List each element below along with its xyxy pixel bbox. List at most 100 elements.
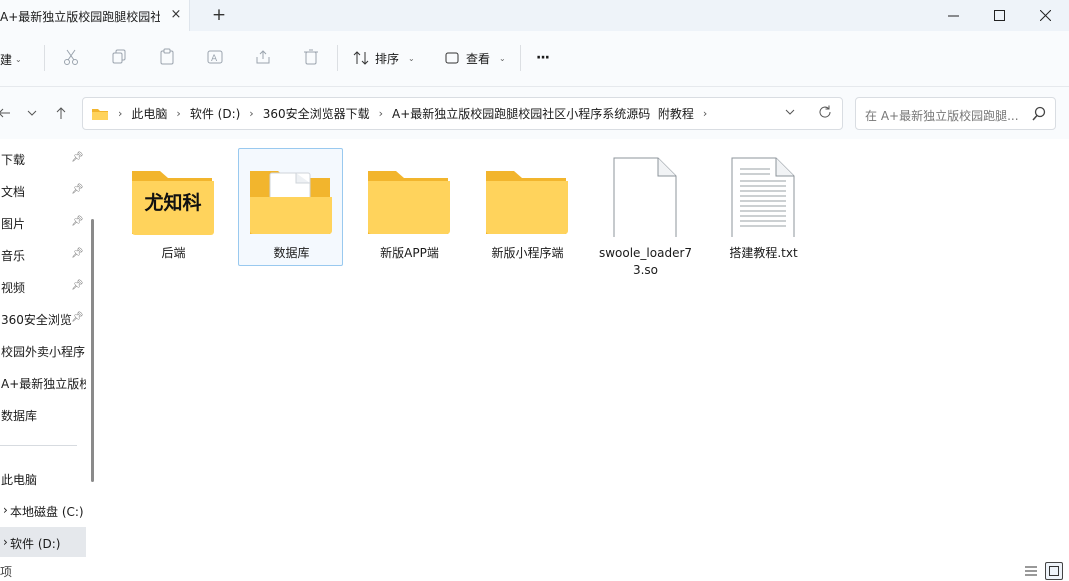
sidebar-item-label: 音乐 bbox=[1, 249, 26, 263]
file-item[interactable]: swoole_loader73.so bbox=[592, 148, 697, 277]
tab-current[interactable]: A+最新独立版校园跑腿校园社 × bbox=[0, 0, 190, 31]
breadcrumb-item[interactable]: 此电脑 bbox=[131, 105, 167, 122]
sidebar-scrollbar[interactable] bbox=[91, 219, 94, 482]
arrow-left-icon bbox=[0, 108, 10, 118]
file-name: 新版小程序端 bbox=[491, 246, 564, 260]
refresh-button[interactable] bbox=[817, 104, 835, 122]
breadcrumb-item[interactable]: 软件 (D:) bbox=[190, 105, 240, 122]
sidebar-item-label: 数据库 bbox=[1, 409, 38, 423]
breadcrumb-item[interactable]: 360安全浏览器下载 bbox=[263, 105, 370, 122]
navigation-bar: › 此电脑 › 软件 (D:) › 360安全浏览器下载 › A+最新独立版校园… bbox=[0, 87, 1069, 139]
minimize-button[interactable] bbox=[930, 0, 976, 31]
up-button[interactable] bbox=[51, 103, 71, 123]
chevron-down-icon bbox=[27, 110, 37, 116]
sidebar-item-360-downloads[interactable]: 360安全浏览 📌︎ bbox=[0, 303, 86, 333]
details-view-button[interactable] bbox=[1022, 562, 1040, 580]
paste-button[interactable] bbox=[156, 46, 178, 68]
refresh-icon bbox=[819, 105, 831, 118]
file-item[interactable]: 搭建教程.txt bbox=[710, 148, 815, 266]
toolbar-divider bbox=[520, 45, 521, 71]
breadcrumb: › 此电脑 › 软件 (D:) › 360安全浏览器下载 › A+最新独立版校园… bbox=[91, 105, 716, 122]
address-bar[interactable]: › 此电脑 › 软件 (D:) › 360安全浏览器下载 › A+最新独立版校园… bbox=[82, 97, 843, 130]
pin-icon: 📌︎ bbox=[71, 152, 84, 163]
tab-close-button[interactable]: × bbox=[168, 7, 184, 23]
arrow-up-icon bbox=[56, 107, 66, 119]
sidebar-item-this-pc[interactable]: 此电脑 bbox=[0, 463, 86, 493]
file-name: 搭建教程.txt bbox=[729, 246, 798, 260]
rename-button[interactable]: A bbox=[204, 46, 226, 68]
search-icon[interactable] bbox=[1031, 106, 1047, 122]
folder-thumbnail-text: 尤知科 bbox=[144, 191, 201, 214]
search-box[interactable]: 在 A+最新独立版校园跑腿... bbox=[855, 97, 1056, 130]
sidebar-item-label: 校园外卖小程序 bbox=[1, 345, 86, 359]
new-tab-button[interactable]: + bbox=[210, 6, 228, 24]
pin-icon: 📌︎ bbox=[71, 312, 84, 323]
sidebar-item-music[interactable]: 音乐 📌︎ bbox=[0, 239, 86, 269]
sidebar-item-drive-d[interactable]: › 软件 (D:) bbox=[0, 527, 86, 557]
more-options-button[interactable]: ··· bbox=[536, 47, 550, 69]
item-count-text: 项 bbox=[0, 565, 13, 579]
sidebar-item-downloads[interactable]: 下载 📌︎ bbox=[0, 143, 86, 173]
recent-locations-button[interactable] bbox=[22, 103, 42, 123]
sidebar-item-campus-takeout[interactable]: 校园外卖小程序 bbox=[0, 335, 86, 365]
expand-icon[interactable]: › bbox=[3, 503, 8, 517]
chevron-right-icon: › bbox=[702, 107, 708, 120]
sidebar-item-pictures[interactable]: 图片 📌︎ bbox=[0, 207, 86, 237]
cut-button[interactable] bbox=[60, 46, 82, 68]
folder-icon: 尤知科 bbox=[132, 171, 214, 235]
command-bar: 新建⌄ A 排序 ⌄ 查看⌄ ··· bbox=[0, 31, 1069, 87]
folder-icon bbox=[92, 108, 108, 120]
folder-icon bbox=[486, 171, 568, 234]
maximize-button[interactable] bbox=[976, 0, 1022, 31]
back-button[interactable] bbox=[0, 103, 14, 123]
sidebar-item-label: 360安全浏览 bbox=[1, 313, 72, 327]
address-history-button[interactable] bbox=[784, 106, 796, 121]
sidebar-divider bbox=[0, 445, 77, 446]
view-button[interactable]: 查看 ⌄ bbox=[444, 47, 506, 69]
copy-icon bbox=[112, 49, 126, 64]
file-item[interactable]: 新版小程序端 bbox=[474, 148, 579, 266]
chevron-right-icon: › bbox=[378, 107, 384, 120]
toolbar-divider bbox=[337, 45, 338, 71]
file-item[interactable]: 数据库 bbox=[238, 148, 343, 266]
sidebar-item-a-plus[interactable]: A+最新独立版校 bbox=[0, 367, 86, 397]
sidebar-item-label: 下载 bbox=[1, 153, 26, 167]
chevron-right-icon: › bbox=[118, 107, 123, 120]
expand-icon[interactable]: › bbox=[3, 535, 8, 549]
sidebar-item-label: A+最新独立版校 bbox=[1, 377, 86, 391]
sidebar-item-database[interactable]: 数据库 bbox=[0, 399, 86, 429]
file-name: 后端 bbox=[161, 246, 186, 260]
chevron-down-icon bbox=[785, 109, 795, 115]
title-bar: A+最新独立版校园跑腿校园社 × + bbox=[0, 0, 1069, 31]
share-button[interactable] bbox=[252, 46, 274, 68]
delete-button[interactable] bbox=[300, 46, 322, 68]
sort-label: 排序 bbox=[375, 51, 400, 66]
file-item[interactable]: 尤知科 后端 bbox=[120, 148, 225, 266]
sidebar-item-label: 本地磁盘 (C:) bbox=[10, 505, 84, 519]
sort-button[interactable]: 排序 ⌄ bbox=[353, 47, 415, 69]
file-name: 新版APP端 bbox=[380, 246, 439, 260]
sidebar-item-label: 文档 bbox=[1, 185, 26, 199]
pin-icon: 📌︎ bbox=[71, 184, 84, 195]
chevron-down-icon: ⌄ bbox=[408, 53, 415, 63]
close-window-button[interactable] bbox=[1022, 0, 1068, 31]
toolbar-divider bbox=[44, 45, 45, 71]
search-input[interactable]: 在 A+最新独立版校园跑腿... bbox=[865, 107, 1025, 124]
sidebar-item-videos[interactable]: 视频 📌︎ bbox=[0, 271, 86, 301]
minimize-icon bbox=[947, 15, 959, 17]
file-name: 数据库 bbox=[273, 246, 310, 260]
cut-icon bbox=[64, 49, 78, 65]
file-item[interactable]: 新版APP端 bbox=[356, 148, 461, 266]
breadcrumb-item[interactable]: A+最新独立版校园跑腿校园社区小程序系统源码 附教程 bbox=[392, 105, 694, 122]
large-icons-view-button[interactable] bbox=[1045, 562, 1063, 580]
large-icons-view-icon bbox=[1049, 566, 1059, 576]
folder-icon bbox=[250, 171, 332, 234]
sidebar-item-documents[interactable]: 文档 📌︎ bbox=[0, 175, 86, 205]
sidebar-item-label: 此电脑 bbox=[1, 473, 38, 487]
svg-text:A: A bbox=[211, 54, 218, 64]
new-button[interactable]: 新建⌄ bbox=[0, 51, 22, 68]
paste-icon bbox=[160, 48, 174, 65]
copy-button[interactable] bbox=[108, 46, 130, 68]
sidebar-item-label: 视频 bbox=[1, 281, 26, 295]
sidebar-item-drive-c[interactable]: › 本地磁盘 (C:) bbox=[0, 495, 86, 525]
